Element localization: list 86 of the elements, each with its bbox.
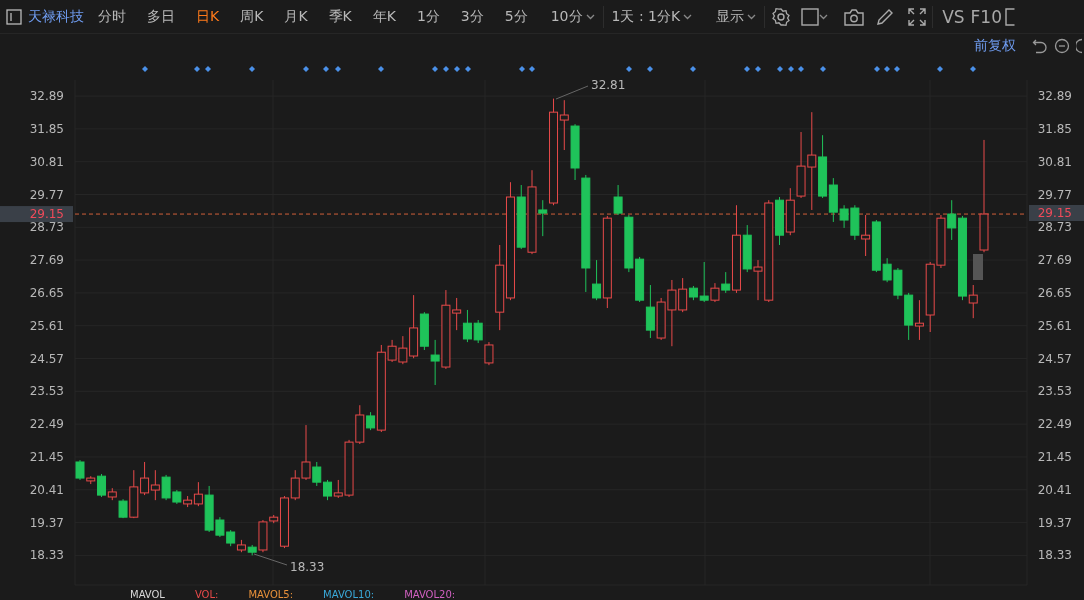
chevron-icon (585, 13, 595, 20)
stock-name: 天禄科技 (28, 7, 84, 26)
leader-line (253, 553, 288, 566)
candlestick (323, 479, 333, 501)
settings-icon[interactable] (771, 6, 792, 27)
period-tab[interactable]: 周K (240, 7, 264, 26)
indicator-label: VOL: (194, 588, 219, 600)
price-axis-label: 21.45 (29, 449, 64, 464)
price-axis-label: 23.53 (1037, 384, 1072, 399)
price-axis-label: 28.73 (29, 220, 64, 235)
candlestick (430, 339, 440, 386)
adjustment-button[interactable]: 前复权 (974, 37, 1016, 55)
price-axis-label: 25.61 (29, 318, 64, 333)
candlestick (613, 184, 623, 216)
period-tab[interactable]: 3分 (460, 7, 484, 26)
period-tab[interactable]: 多日 (147, 7, 175, 26)
price-axis-label: 30.81 (1037, 154, 1072, 169)
period-dropdown[interactable]: 10分 (548, 7, 597, 26)
f10-button[interactable]: F10 (967, 6, 1005, 27)
price-axis-label: 29.77 (29, 187, 64, 202)
price-axis-label: 18.33 (29, 548, 64, 563)
chevron-icon (683, 13, 693, 20)
price-axis-label: 21.45 (1037, 449, 1072, 464)
candlestick (473, 319, 483, 344)
price-tag: 29.15 (0, 206, 73, 223)
chevron-icon (747, 13, 757, 20)
price-axis-label: 20.41 (29, 482, 64, 497)
undo-icon[interactable] (1032, 38, 1048, 54)
camera-icon[interactable] (844, 7, 865, 26)
panel-icon[interactable] (6, 8, 22, 25)
fullscreen-icon[interactable] (908, 7, 927, 26)
shaded-bar (973, 254, 983, 280)
price-axis-label: 26.65 (1037, 285, 1072, 300)
price-axis-label: 18.33 (1037, 548, 1072, 563)
square-icon[interactable] (801, 7, 820, 26)
candlestick (699, 261, 709, 303)
candlestick (947, 199, 957, 241)
price-axis-label: 25.61 (1037, 318, 1072, 333)
candlestick (97, 473, 107, 498)
zoom-out-icon[interactable] (1054, 38, 1070, 54)
interval-dropdown[interactable]: 1天 : 1分K (609, 7, 695, 26)
period-tab[interactable]: 季K (328, 7, 352, 26)
candlestick (592, 259, 602, 301)
period-tab[interactable]: 分时 (98, 7, 126, 26)
price-axis-label: 22.49 (29, 417, 64, 432)
price-axis-label: 22.49 (1037, 417, 1072, 432)
price-axis-label: 29.77 (1037, 187, 1072, 202)
price-axis-label: 30.81 (29, 154, 64, 169)
indicator-label: MAVOL (130, 588, 165, 600)
candlestick (645, 284, 655, 339)
indicator-label: MAVOL5: (248, 588, 294, 600)
period-tab[interactable]: 月K (284, 7, 308, 26)
price-axis-label: 27.69 (29, 253, 64, 268)
candlestick (721, 271, 731, 294)
pencil-icon[interactable] (876, 7, 895, 26)
indicator-label: MAVOL20: (404, 588, 456, 600)
price-axis-label: 19.37 (1037, 515, 1072, 530)
price-axis-label: 27.69 (1037, 253, 1072, 268)
candlestick (462, 309, 472, 343)
low-price-label: 18.33 (290, 560, 325, 574)
price-axis-label: 26.65 (29, 285, 64, 300)
candlestick (75, 459, 85, 481)
indicator-label: MAVOL10: (323, 588, 375, 600)
price-axis-label: 28.73 (1037, 220, 1072, 235)
price-axis-label: 24.57 (29, 351, 64, 366)
price-axis-label: 32.89 (29, 89, 64, 104)
leader-line (555, 85, 589, 100)
price-tag: 29.15 (1029, 205, 1084, 221)
price-axis-label: 20.41 (1037, 482, 1072, 497)
ref-line-label: 29.15 (29, 207, 64, 222)
period-tab[interactable]: 年K (372, 7, 396, 26)
chevron-icon (819, 13, 829, 20)
period-tab[interactable]: 5分 (504, 7, 528, 26)
price-axis-label: 31.85 (1037, 121, 1072, 136)
period-tab[interactable]: 日K (196, 7, 220, 26)
period-tab[interactable]: 1分 (416, 7, 440, 26)
compare-button[interactable]: VS (939, 6, 968, 27)
price-axis-label: 24.57 (1037, 351, 1072, 366)
display-dropdown[interactable]: 显示 (714, 7, 759, 26)
candlestick (312, 461, 322, 487)
high-price-label: 32.81 (591, 78, 626, 92)
price-axis-label: 23.53 (29, 384, 64, 399)
price-axis-label: 19.37 (29, 515, 64, 530)
price-axis-label: 32.89 (1037, 89, 1072, 104)
price-axis-label: 31.85 (29, 121, 64, 136)
candlestick (538, 199, 548, 237)
